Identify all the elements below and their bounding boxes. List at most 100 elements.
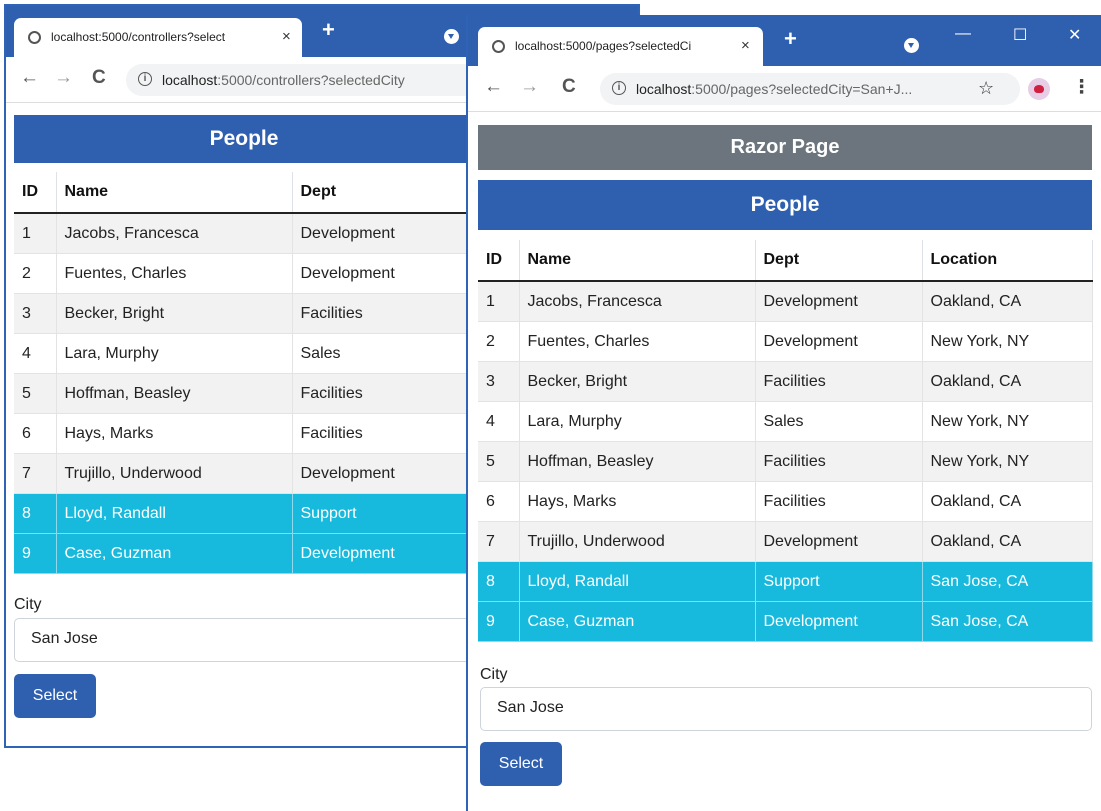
table-row: 4 Lara, Murphy Sales New York, NY — [478, 401, 1093, 442]
cell-id: 5 — [478, 441, 520, 482]
cell-dept: Sales — [292, 333, 475, 374]
cell-location: San Jose, CA — [922, 561, 1093, 602]
forward-button[interactable]: → — [54, 67, 73, 89]
cell-dept: Facilities — [755, 441, 923, 482]
cell-location: New York, NY — [922, 441, 1093, 482]
globe-icon — [492, 40, 505, 53]
select-button[interactable]: Select — [480, 742, 562, 786]
bird-icon — [1034, 85, 1044, 93]
browser-window-pages: localhost:5000/pages?selectedCi × + — ☐ … — [466, 15, 1101, 811]
title-bar: localhost:5000/pages?selectedCi × + — ☐ … — [468, 15, 1101, 66]
cell-id: 4 — [14, 333, 57, 374]
cell-name: Hoffman, Beasley — [519, 441, 756, 482]
url-path: :5000/pages?selectedCity=San+J... — [691, 81, 913, 97]
cell-location: San Jose, CA — [922, 601, 1093, 642]
maximize-button[interactable]: ☐ — [1013, 25, 1027, 45]
cell-name: Trujillo, Underwood — [56, 453, 293, 494]
cell-name: Fuentes, Charles — [56, 253, 293, 294]
browser-tab[interactable]: localhost:5000/pages?selectedCi × — [478, 27, 763, 66]
table-row: 7 Trujillo, Underwood Development Oakland, … — [478, 521, 1093, 562]
cell-dept: Development — [292, 253, 475, 294]
table-header-row: ID Name Dept Location — [478, 240, 1093, 282]
url-text: localhost:5000/pages?selectedCity=San+J.… — [636, 81, 912, 97]
city-input[interactable]: San Jose — [480, 687, 1092, 731]
people-table: ID Name Dept 1 Jacobs, Francesca Developme… — [14, 172, 475, 574]
table-row: 3 Becker, Bright Facilities — [14, 293, 475, 334]
cell-name: Hoffman, Beasley — [56, 373, 293, 414]
cell-dept: Facilities — [292, 413, 475, 454]
column-header[interactable]: Dept — [292, 172, 475, 214]
column-header[interactable]: Name — [519, 240, 756, 282]
table-row: 2 Fuentes, Charles Development New York, NY — [478, 321, 1093, 362]
table-row: 3 Becker, Bright Facilities Oakland, CA — [478, 361, 1093, 402]
profile-avatar[interactable] — [1028, 78, 1050, 100]
cell-id: 1 — [14, 213, 57, 254]
cell-location: Oakland, CA — [922, 521, 1093, 562]
cell-dept: Support — [755, 561, 923, 602]
cell-name: Fuentes, Charles — [519, 321, 756, 362]
download-indicator-icon[interactable] — [904, 38, 919, 53]
table-row: 5 Hoffman, Beasley Facilities — [14, 373, 475, 414]
cell-dept: Sales — [755, 401, 923, 442]
new-tab-button[interactable]: + — [322, 17, 335, 43]
info-icon[interactable]: i — [138, 72, 152, 86]
cell-id: 5 — [14, 373, 57, 414]
back-button[interactable]: ← — [20, 67, 39, 89]
cell-dept: Development — [292, 213, 475, 254]
cell-dept: Facilities — [292, 373, 475, 414]
cell-name: Trujillo, Underwood — [519, 521, 756, 562]
column-header[interactable]: ID — [14, 172, 57, 214]
table-row: 1 Jacobs, Francesca Development Oakland, CA — [478, 281, 1093, 322]
table-row-highlighted: 9 Case, Guzman Development San Jose, CA — [478, 601, 1093, 642]
new-tab-button[interactable]: + — [784, 26, 797, 52]
column-header[interactable]: Location — [922, 240, 1093, 282]
cell-id: 2 — [478, 321, 520, 362]
cell-name: Becker, Bright — [519, 361, 756, 402]
column-header[interactable]: ID — [478, 240, 520, 282]
table-row-highlighted: 8 Lloyd, Randall Support San Jose, CA — [478, 561, 1093, 602]
column-header[interactable]: Dept — [755, 240, 923, 282]
url-path: :5000/controllers?selectedCity — [217, 72, 405, 88]
forward-button[interactable]: → — [520, 76, 539, 98]
cell-id: 8 — [14, 493, 57, 534]
column-header[interactable]: Name — [56, 172, 293, 214]
bookmark-star-icon[interactable]: ☆ — [978, 78, 994, 99]
cell-name: Hays, Marks — [519, 481, 756, 522]
cell-location: Oakland, CA — [922, 281, 1093, 322]
back-button[interactable]: ← — [484, 76, 503, 98]
people-header: People — [14, 115, 474, 163]
close-tab-icon[interactable]: × — [741, 37, 750, 54]
cell-id: 4 — [478, 401, 520, 442]
cell-name: Hays, Marks — [56, 413, 293, 454]
city-input[interactable]: San Jose — [14, 618, 474, 662]
cell-name: Case, Guzman — [519, 601, 756, 642]
cell-id: 6 — [14, 413, 57, 454]
download-indicator-icon[interactable] — [444, 29, 459, 44]
cell-id: 6 — [478, 481, 520, 522]
cell-id: 9 — [478, 601, 520, 642]
cell-dept: Support — [292, 493, 475, 534]
address-bar[interactable]: i localhost:5000/pages?selectedCity=San+… — [600, 73, 1020, 105]
table-row: 2 Fuentes, Charles Development — [14, 253, 475, 294]
cell-name: Lloyd, Randall — [519, 561, 756, 602]
cell-id: 3 — [14, 293, 57, 334]
cell-name: Case, Guzman — [56, 533, 293, 574]
browser-tab[interactable]: localhost:5000/controllers?select × — [14, 18, 302, 57]
reload-button[interactable]: C — [92, 67, 106, 89]
minimize-button[interactable]: — — [955, 25, 971, 43]
table-row: 4 Lara, Murphy Sales — [14, 333, 475, 374]
cell-dept: Development — [755, 601, 923, 642]
close-window-button[interactable]: ✕ — [1068, 25, 1081, 45]
table-header-row: ID Name Dept — [14, 172, 475, 214]
url-host: localhost — [162, 72, 218, 88]
globe-icon — [28, 31, 41, 44]
info-icon[interactable]: i — [612, 81, 626, 95]
menu-icon[interactable]: ⋮ — [1072, 76, 1091, 99]
reload-button[interactable]: C — [562, 76, 576, 98]
cell-location: Oakland, CA — [922, 481, 1093, 522]
table-row: 7 Trujillo, Underwood Development — [14, 453, 475, 494]
close-tab-icon[interactable]: × — [282, 28, 291, 45]
select-button[interactable]: Select — [14, 674, 96, 718]
cell-id: 9 — [14, 533, 57, 574]
cell-dept: Development — [755, 521, 923, 562]
